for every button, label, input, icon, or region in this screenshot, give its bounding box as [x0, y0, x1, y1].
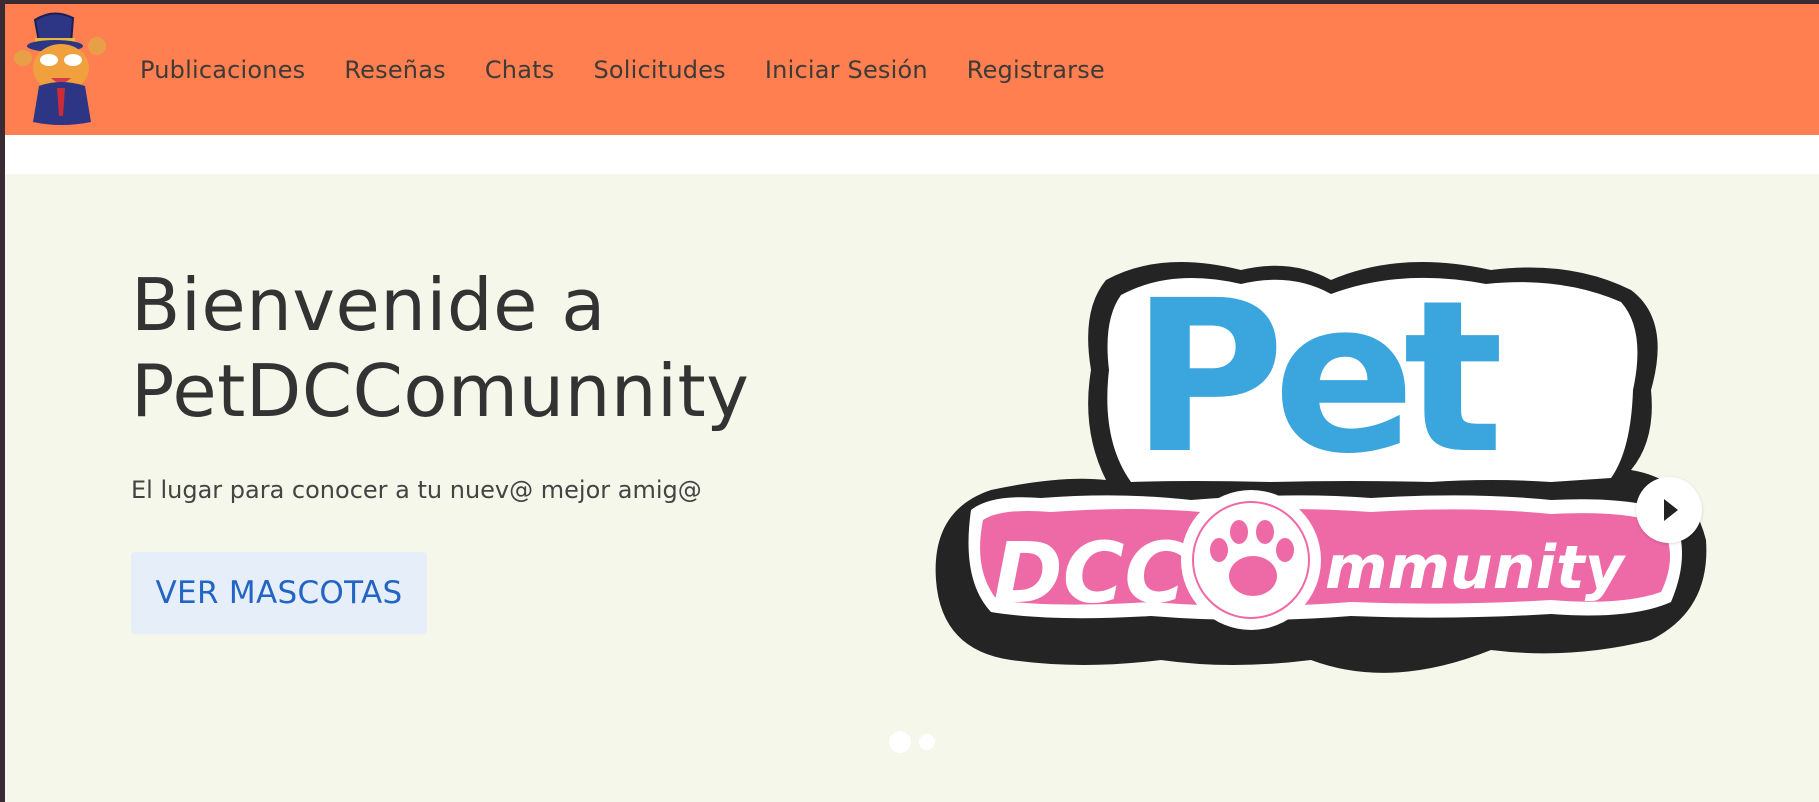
- nav-link-resenas[interactable]: Reseñas: [344, 56, 445, 84]
- wizard-cat-mascot-icon[interactable]: [13, 10, 109, 126]
- navbar: Publicaciones Reseñas Chats Solicitudes …: [5, 4, 1819, 135]
- carousel-indicator-2[interactable]: [919, 734, 935, 750]
- nav-link-solicitudes[interactable]: Solicitudes: [593, 56, 725, 84]
- hero-title-line1: Bienvenide a: [131, 263, 606, 347]
- logo-word-dcc: DCC: [993, 524, 1186, 622]
- nav-link-iniciar-sesion[interactable]: Iniciar Sesión: [765, 56, 928, 84]
- hero-section: Bienvenide a PetDCComunnity El lugar par…: [5, 174, 1819, 802]
- play-arrow-icon: [1664, 499, 1678, 521]
- logo-word-pet: Pet: [1131, 255, 1499, 500]
- hero-title-line2: PetDCComunnity: [131, 349, 750, 433]
- petdccommunity-logo: Pet DCC mmunity: [935, 255, 1707, 673]
- hero-title: Bienvenide a PetDCComunnity: [131, 262, 831, 434]
- nav-link-chats[interactable]: Chats: [485, 56, 555, 84]
- nav-link-registrarse[interactable]: Registrarse: [967, 56, 1105, 84]
- nav-links: Publicaciones Reseñas Chats Solicitudes …: [140, 4, 1144, 135]
- logo-word-mmunity: mmunity: [1325, 533, 1627, 603]
- carousel-indicators: [889, 731, 943, 753]
- nav-link-publicaciones[interactable]: Publicaciones: [140, 56, 305, 84]
- ver-mascotas-button[interactable]: VER MASCOTAS: [131, 552, 427, 634]
- carousel-indicator-1[interactable]: [889, 731, 911, 753]
- carousel-next-button[interactable]: [1636, 477, 1702, 543]
- hero-subtitle: El lugar para conocer a tu nuev@ mejor a…: [131, 476, 702, 504]
- browser-viewport: Publicaciones Reseñas Chats Solicitudes …: [5, 4, 1819, 802]
